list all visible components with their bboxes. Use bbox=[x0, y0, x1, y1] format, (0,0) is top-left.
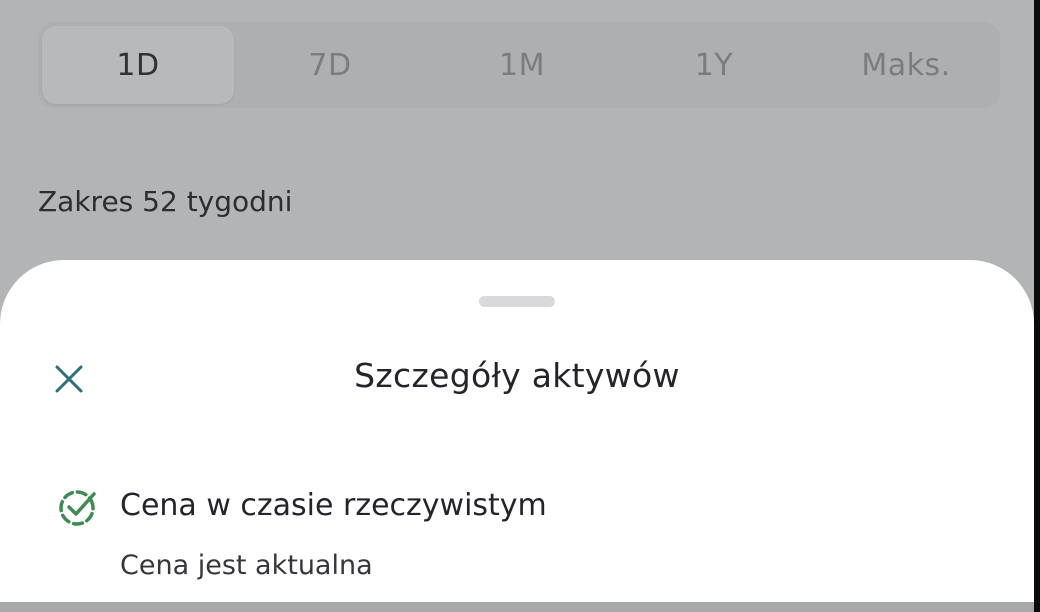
realtime-price-subtitle: Cena jest aktualna bbox=[120, 550, 373, 581]
tab-1m[interactable]: 1M bbox=[426, 26, 618, 104]
bottom-edge bbox=[0, 602, 1034, 612]
realtime-price-title: Cena w czasie rzeczywistym bbox=[120, 488, 547, 523]
tab-1y[interactable]: 1Y bbox=[618, 26, 810, 104]
check-circle-dashed-icon bbox=[59, 490, 96, 526]
week-range-label: Zakres 52 tygodni bbox=[38, 185, 293, 218]
tab-max[interactable]: Maks. bbox=[810, 26, 1002, 104]
asset-details-sheet: Szczegóły aktywów Cena w czasie rzeczywi… bbox=[0, 260, 1034, 612]
tab-1d[interactable]: 1D bbox=[42, 26, 234, 104]
sheet-title: Szczegóły aktywów bbox=[354, 356, 680, 395]
sheet-drag-handle[interactable] bbox=[479, 296, 555, 307]
screen-edge bbox=[1034, 0, 1040, 612]
time-range-tabs: 1D 7D 1M 1Y Maks. bbox=[38, 22, 1000, 108]
tab-7d[interactable]: 7D bbox=[234, 26, 426, 104]
